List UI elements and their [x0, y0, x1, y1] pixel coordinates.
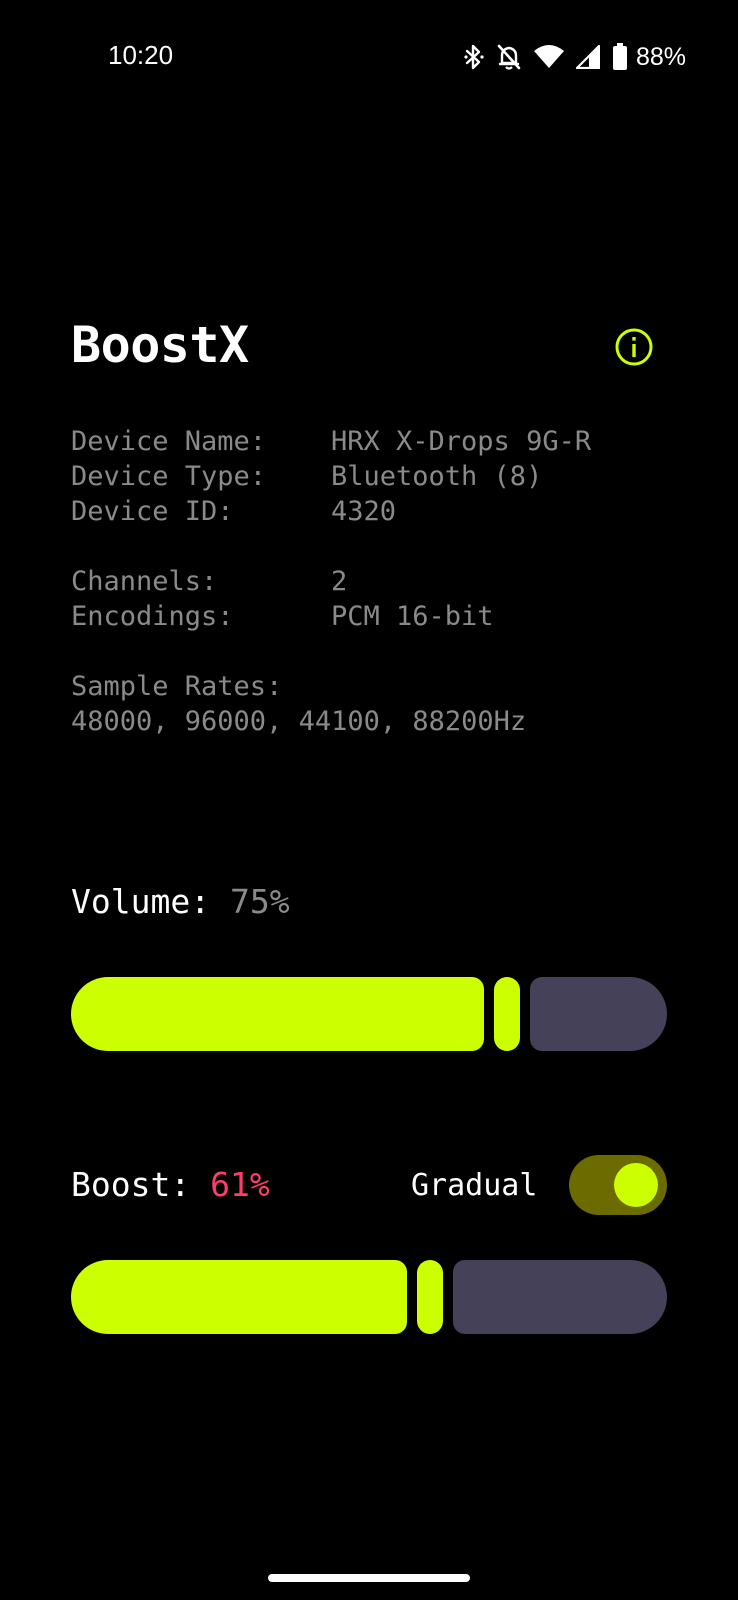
channels-label: Channels:	[71, 566, 218, 597]
volume-slider-inactive-track	[530, 977, 667, 1051]
device-name-value: HRX X-Drops 9G-R	[331, 426, 592, 457]
boost-slider-inactive-track	[453, 1260, 667, 1334]
device-id-row: Device ID: 4320	[71, 494, 591, 529]
battery-percentage: 88%	[635, 42, 686, 71]
channels-value: 2	[331, 566, 348, 597]
status-bar: 10:20 88%	[0, 0, 738, 112]
notifications-off-icon	[496, 43, 522, 71]
device-type-value: Bluetooth (8)	[331, 461, 543, 492]
sample-rates-value: 48000, 96000, 44100, 88200Hz	[71, 706, 527, 737]
device-id-label: Device ID:	[71, 496, 234, 527]
gradual-toggle-knob	[614, 1163, 658, 1207]
device-type-label: Device Type:	[71, 461, 267, 492]
device-name-label: Device Name:	[71, 426, 267, 457]
encodings-value: PCM 16-bit	[331, 601, 494, 632]
device-id-value: 4320	[331, 496, 397, 527]
gradual-label: Gradual	[411, 1168, 538, 1203]
battery-icon	[612, 43, 628, 71]
status-time: 10:20	[108, 40, 174, 70]
wifi-icon	[533, 45, 564, 69]
volume-percent: 75%	[229, 882, 290, 921]
gradual-toggle[interactable]	[569, 1155, 667, 1215]
encodings-row: Encodings: PCM 16-bit	[71, 599, 494, 634]
channels-row: Channels: 2	[71, 564, 494, 599]
volume-slider-active-track	[71, 977, 484, 1051]
device-name-row: Device Name: HRX X-Drops 9G-R	[71, 424, 591, 459]
bluetooth-icon	[464, 43, 484, 71]
audio-format-info: Channels: 2 Encodings: PCM 16-bit	[71, 564, 494, 634]
info-icon	[615, 328, 653, 366]
volume-slider[interactable]	[71, 977, 667, 1051]
gesture-nav-handle[interactable]	[268, 1574, 470, 1582]
sample-rates-info: Sample Rates: 48000, 96000, 44100, 88200…	[71, 669, 526, 739]
device-type-row: Device Type: Bluetooth (8)	[71, 459, 591, 494]
device-info: Device Name: HRX X-Drops 9G-R Device Typ…	[71, 424, 591, 529]
boost-slider-thumb[interactable]	[417, 1260, 443, 1334]
info-button[interactable]	[614, 327, 654, 367]
status-icons: 88%	[464, 40, 686, 74]
boost-slider-active-track	[71, 1260, 407, 1334]
cellular-signal-icon	[575, 45, 600, 69]
volume-slider-thumb[interactable]	[494, 977, 520, 1051]
boost-label: Boost:	[71, 1165, 211, 1204]
volume-label-row: Volume: 75%	[71, 882, 290, 921]
sample-rates-label: Sample Rates:	[71, 671, 283, 702]
boost-percent: 61%	[210, 1165, 270, 1204]
boost-slider[interactable]	[71, 1260, 667, 1334]
app-title: BoostX	[71, 316, 249, 374]
boost-label-row: Boost: 61%	[71, 1165, 270, 1204]
volume-label: Volume:	[71, 882, 230, 921]
encodings-label: Encodings:	[71, 601, 234, 632]
